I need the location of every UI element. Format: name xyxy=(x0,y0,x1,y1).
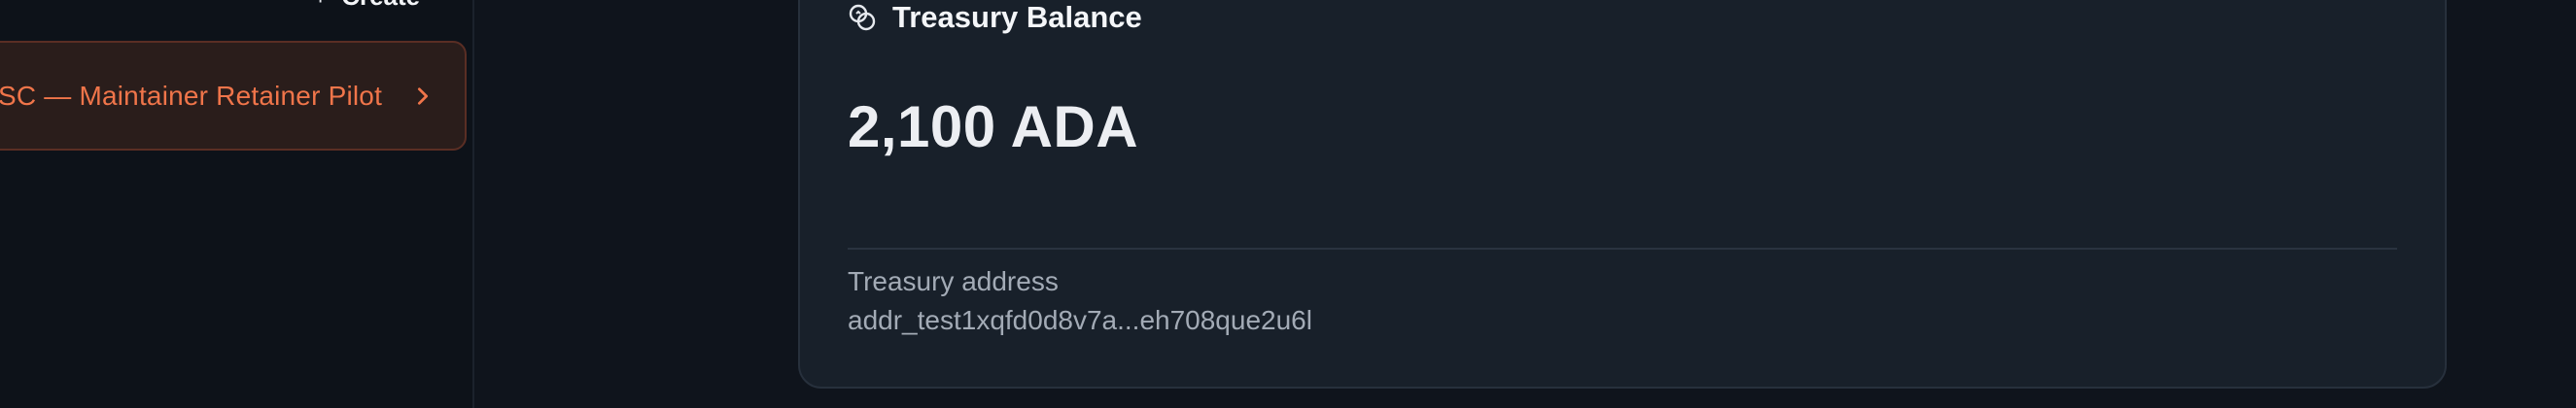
card-title: Treasury Balance xyxy=(892,0,1142,34)
treasury-address-value[interactable]: addr_test1xqfd0d8v7a...eh708que2u6l xyxy=(848,305,1312,336)
create-button-label: Create xyxy=(341,0,420,12)
sidebar-item-proposal[interactable]: SC — Maintainer Retainer Pilot xyxy=(0,41,467,151)
sidebar-item-label: SC — Maintainer Retainer Pilot xyxy=(0,80,383,111)
card-header: Treasury Balance xyxy=(848,0,1142,35)
divider xyxy=(848,248,2397,250)
treasury-balance-card: Treasury Balance 2,100 ADA Treasury addr… xyxy=(798,0,2447,389)
chevron-right-icon xyxy=(417,86,429,105)
coins-icon xyxy=(849,4,876,31)
create-button[interactable]: + Create xyxy=(313,0,420,12)
plus-icon: + xyxy=(313,0,328,12)
treasury-balance-value: 2,100 ADA xyxy=(848,94,1139,159)
treasury-address-label: Treasury address xyxy=(848,266,1059,296)
sidebar: + Create SC — Maintainer Retainer Pilot xyxy=(0,0,474,408)
app-window: + Create SC — Maintainer Retainer Pilot … xyxy=(0,0,2576,408)
